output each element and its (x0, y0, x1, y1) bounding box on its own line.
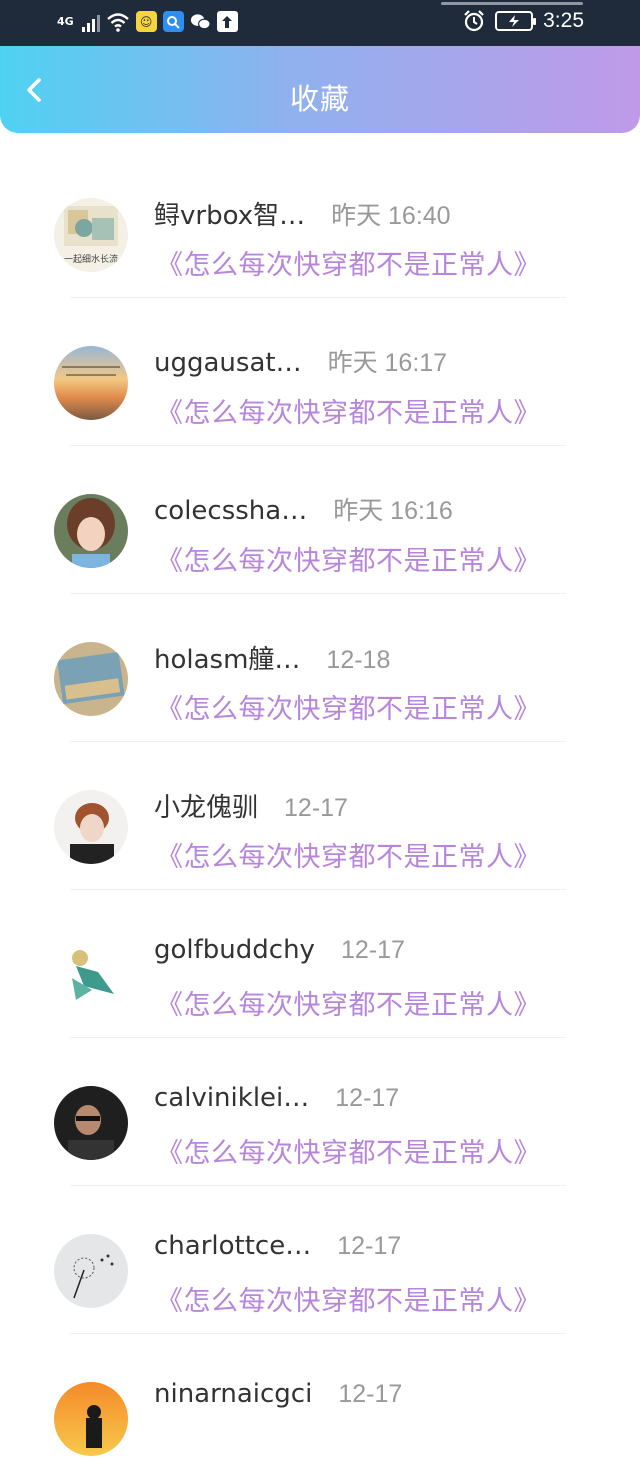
page-title: 收藏 (289, 82, 350, 116)
list-item[interactable]: golfbuddchy 12-17 《怎么每次快穿都不是正常人》 (0, 890, 640, 1038)
user-name[interactable]: 鲟vrbox智… (154, 195, 305, 232)
book-title[interactable]: 《怎么每次快穿都不是正常人》 (156, 1131, 541, 1170)
item-meta: golfbuddchy 12-17 (154, 935, 405, 965)
search-app-icon (162, 11, 184, 32)
avatar[interactable]: 一起细水长流 (54, 198, 128, 272)
favorites-list: 一起细水长流 鲟vrbox智… 昨天 16:40 《怎么每次快穿都不是正常人》 … (0, 150, 640, 1482)
item-meta: charlottce… 12-17 (154, 1231, 401, 1261)
battery-icon (495, 11, 537, 31)
list-item[interactable]: charlottce… 12-17 《怎么每次快穿都不是正常人》 (0, 1186, 640, 1334)
book-title[interactable]: 《怎么每次快穿都不是正常人》 (156, 983, 541, 1022)
timestamp: 12-17 (338, 1380, 403, 1408)
status-bar: 4G ☺ 3:25 (0, 0, 640, 46)
timestamp: 昨天 16:17 (327, 349, 448, 377)
list-item[interactable]: uggausat… 昨天 16:17 《怎么每次快穿都不是正常人》 (0, 298, 640, 446)
avatar[interactable] (54, 494, 128, 568)
alarm-icon (464, 10, 484, 32)
book-title[interactable]: 《怎么每次快穿都不是正常人》 (156, 835, 541, 874)
timestamp: 12-18 (326, 646, 391, 674)
avatar[interactable] (54, 642, 128, 716)
user-name[interactable]: ninarnaicgci (154, 1379, 312, 1409)
user-name[interactable]: uggausat… (154, 348, 302, 378)
book-title[interactable]: 《怎么每次快穿都不是正常人》 (156, 539, 541, 578)
list-item[interactable]: colecssha… 昨天 16:16 《怎么每次快穿都不是正常人》 (0, 446, 640, 594)
timestamp: 昨天 16:40 (331, 202, 451, 230)
avatar[interactable] (54, 346, 128, 420)
avatar[interactable] (54, 938, 128, 1012)
timestamp: 12-17 (284, 794, 348, 822)
list-item[interactable]: holasm艟… 12-18 《怎么每次快穿都不是正常人》 (0, 594, 640, 742)
list-item[interactable]: 一起细水长流 鲟vrbox智… 昨天 16:40 《怎么每次快穿都不是正常人》 (0, 150, 640, 298)
list-item[interactable]: ninarnaicgci 12-17 (0, 1334, 640, 1482)
user-name[interactable]: calviniklei… (154, 1083, 309, 1113)
list-item[interactable]: 小龙傀驯 12-17 《怎么每次快穿都不是正常人》 (0, 742, 640, 890)
book-title[interactable]: 《怎么每次快穿都不是正常人》 (156, 243, 541, 282)
item-meta: ninarnaicgci 12-17 (154, 1379, 402, 1409)
avatar[interactable] (54, 1382, 128, 1456)
list-item[interactable]: calviniklei… 12-17 《怎么每次快穿都不是正常人》 (0, 1038, 640, 1186)
user-name[interactable]: 小龙傀驯 (154, 787, 258, 824)
avatar-caption: 一起细水长流 (64, 253, 118, 265)
item-meta: 小龙傀驯 12-17 (154, 787, 348, 824)
timestamp: 12-17 (335, 1084, 400, 1112)
item-meta: calviniklei… 12-17 (154, 1083, 399, 1113)
book-title[interactable]: 《怎么每次快穿都不是正常人》 (156, 1279, 541, 1318)
avatar[interactable] (54, 790, 128, 864)
wifi-icon (106, 12, 129, 32)
status-left: 4G ☺ (57, 11, 238, 32)
timestamp: 12-17 (337, 1232, 402, 1260)
user-name[interactable]: colecssha… (154, 496, 307, 526)
signal-strength-icon (81, 12, 100, 32)
book-title[interactable]: 《怎么每次快穿都不是正常人》 (156, 687, 541, 726)
timestamp: 12-17 (340, 936, 405, 964)
upload-icon (216, 11, 238, 32)
user-name[interactable]: holasm艟… (154, 639, 300, 676)
notification-pull-handle[interactable] (441, 2, 583, 5)
item-meta: 鲟vrbox智… 昨天 16:40 (154, 195, 451, 232)
app-header: 收藏 (0, 46, 640, 133)
chat-app-icon: ☺ (135, 11, 157, 32)
network-type: 4G (57, 14, 74, 28)
user-name[interactable]: charlottce… (154, 1231, 311, 1261)
status-time: 3:25 (543, 9, 584, 32)
item-meta: holasm艟… 12-18 (154, 639, 390, 676)
avatar[interactable] (54, 1086, 128, 1160)
timestamp: 昨天 16:16 (333, 497, 453, 525)
book-title[interactable]: 《怎么每次快穿都不是正常人》 (156, 391, 541, 430)
item-meta: colecssha… 昨天 16:16 (154, 491, 453, 527)
status-right: 3:25 (463, 9, 584, 33)
item-meta: uggausat… 昨天 16:17 (154, 343, 447, 379)
user-name[interactable]: golfbuddchy (154, 935, 315, 965)
avatar[interactable] (54, 1234, 128, 1308)
wechat-icon (190, 11, 211, 32)
